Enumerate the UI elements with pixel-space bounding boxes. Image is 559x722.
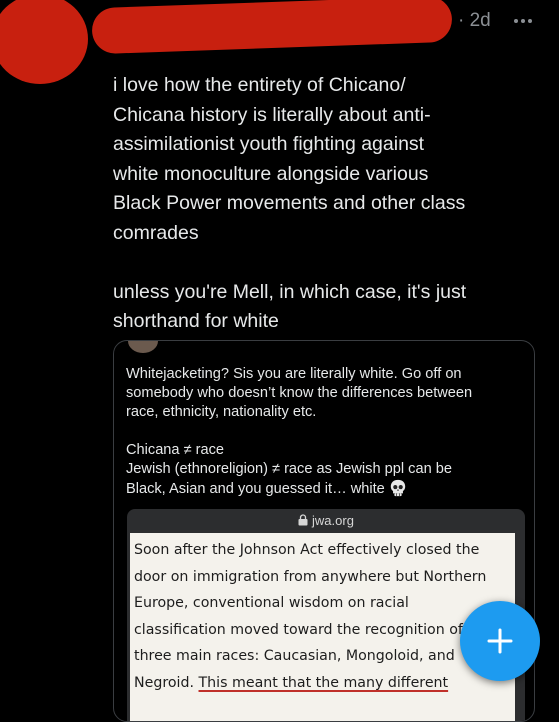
more-options-icon[interactable]: [512, 11, 534, 31]
skull-icon: [390, 479, 405, 497]
tweet-body: i love how the entirety of Chicano/ Chic…: [113, 74, 467, 332]
article-screenshot: jwa.org Soon after the Johnson Act effec…: [127, 509, 525, 721]
quoted-avatar: [128, 341, 158, 353]
tweet-meta: · 2d: [458, 9, 491, 33]
url-bar: jwa.org: [127, 509, 525, 531]
lock-icon: [298, 514, 308, 526]
redacted-avatar: [0, 0, 88, 84]
article-text: Soon after the Johnson Act effectively c…: [134, 542, 487, 691]
url-text: jwa.org: [312, 512, 354, 528]
article-underlined-text: This meant that the many different: [198, 674, 449, 691]
tweet-timestamp[interactable]: · 2d: [458, 10, 491, 32]
plus-icon: [487, 628, 513, 654]
quoted-tweet-body: Whitejacketing? Sis you are literally wh…: [126, 366, 473, 497]
compose-tweet-button[interactable]: [460, 601, 540, 681]
article-page: Soon after the Johnson Act effectively c…: [130, 533, 515, 721]
redacted-username: [91, 0, 453, 55]
